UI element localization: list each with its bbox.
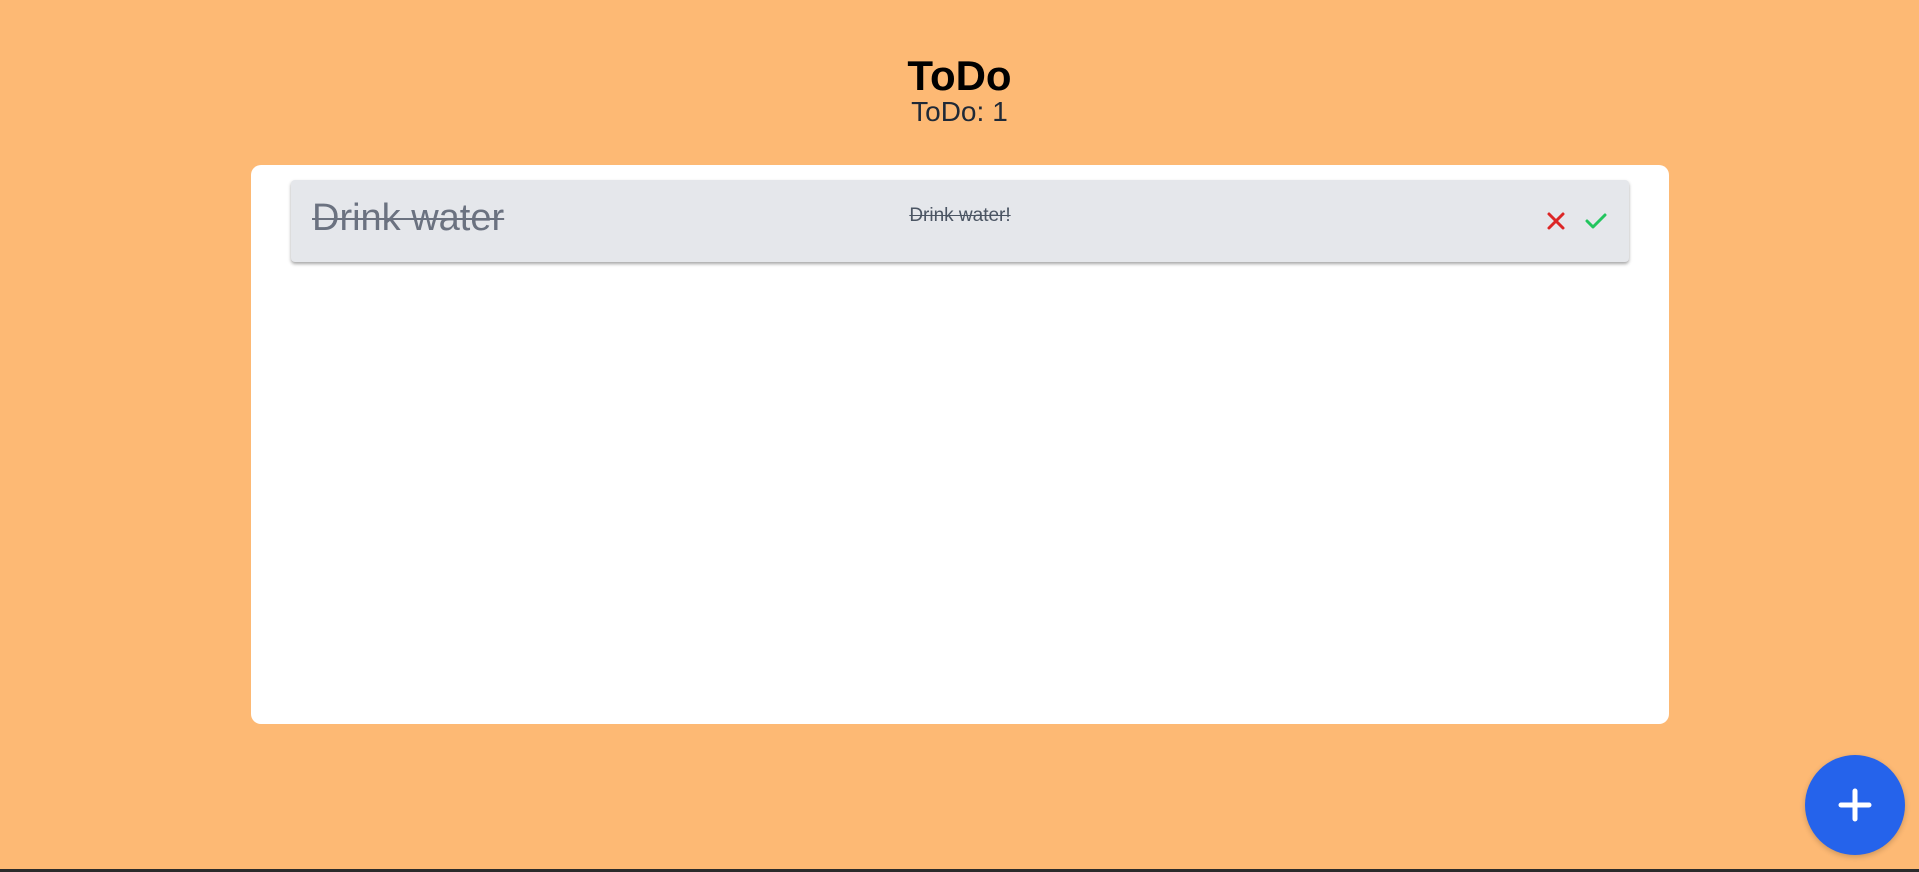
delete-todo-button[interactable] xyxy=(1542,207,1570,235)
todo-counter-value: 1 xyxy=(992,96,1008,127)
todo-item-description: Drink water! xyxy=(909,205,1011,226)
todo-list-panel: Drink water Drink water! xyxy=(251,165,1669,724)
todo-counter: ToDo: 1 xyxy=(0,94,1919,130)
todo-item-title: Drink water xyxy=(312,197,505,239)
complete-todo-button[interactable] xyxy=(1582,207,1610,235)
add-todo-button[interactable] xyxy=(1805,755,1905,855)
todo-counter-label: ToDo: xyxy=(911,96,985,127)
close-icon xyxy=(1547,212,1565,230)
check-icon xyxy=(1585,213,1607,229)
plus-icon xyxy=(1838,788,1872,822)
todo-item[interactable]: Drink water Drink water! xyxy=(291,180,1629,262)
